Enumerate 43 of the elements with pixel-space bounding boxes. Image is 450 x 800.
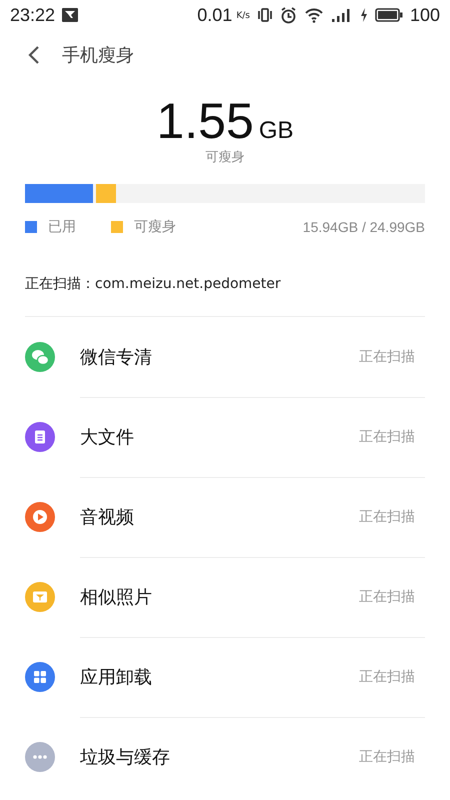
list-item[interactable]: 大文件 正在扫描 [0, 397, 450, 477]
item-status: 正在扫描 [359, 508, 415, 526]
page-title: 手机瘦身 [62, 44, 134, 67]
vibrate-icon [256, 7, 273, 23]
image-icon [62, 8, 78, 22]
item-status: 正在扫描 [359, 348, 415, 366]
chat-icon [25, 342, 55, 372]
item-status: 正在扫描 [359, 428, 415, 446]
legend-label: 已用 [48, 218, 76, 236]
amount-caption: 可瘦身 [206, 149, 244, 166]
network-speed: 0.01 [197, 4, 232, 26]
charging-icon [360, 8, 368, 22]
scan-status: 正在扫描：com.meizu.net.pedometer [25, 275, 425, 317]
amount-unit: GB [258, 117, 294, 145]
list-item[interactable]: 相似照片 正在扫描 [0, 557, 450, 637]
item-title: 大文件 [80, 426, 134, 448]
item-title: 垃圾与缓存 [80, 746, 170, 769]
battery-level: 100 [410, 4, 440, 26]
speed-unit: K/s [236, 10, 250, 20]
more-icon [25, 742, 55, 772]
storage-total: 15.94GB / 24.99GB [302, 219, 425, 235]
back-icon [28, 45, 40, 65]
wifi-icon [304, 7, 324, 23]
item-status: 正在扫描 [359, 588, 415, 606]
item-title: 应用卸载 [80, 666, 152, 688]
list-item[interactable]: 应用卸载 正在扫描 [0, 637, 450, 717]
item-title: 音视频 [80, 506, 134, 528]
play-icon [25, 502, 55, 532]
item-title: 微信专清 [80, 346, 152, 368]
item-status: 正在扫描 [359, 668, 415, 686]
battery-icon [374, 8, 403, 22]
list-item[interactable]: 微信专清 正在扫描 [0, 317, 450, 397]
list-item[interactable]: 音视频 正在扫描 [0, 477, 450, 557]
photo-icon [25, 582, 55, 612]
list-item[interactable]: 垃圾与缓存 正在扫描 [0, 717, 450, 797]
freeable-amount: 1.55 [156, 94, 254, 148]
document-icon [25, 422, 55, 452]
grid-icon [25, 662, 55, 692]
status-time: 23:22 [10, 4, 56, 26]
legend-label: 可瘦身 [134, 218, 176, 236]
alarm-icon [280, 6, 297, 24]
item-title: 相似照片 [80, 586, 152, 608]
item-status: 正在扫描 [359, 748, 415, 766]
